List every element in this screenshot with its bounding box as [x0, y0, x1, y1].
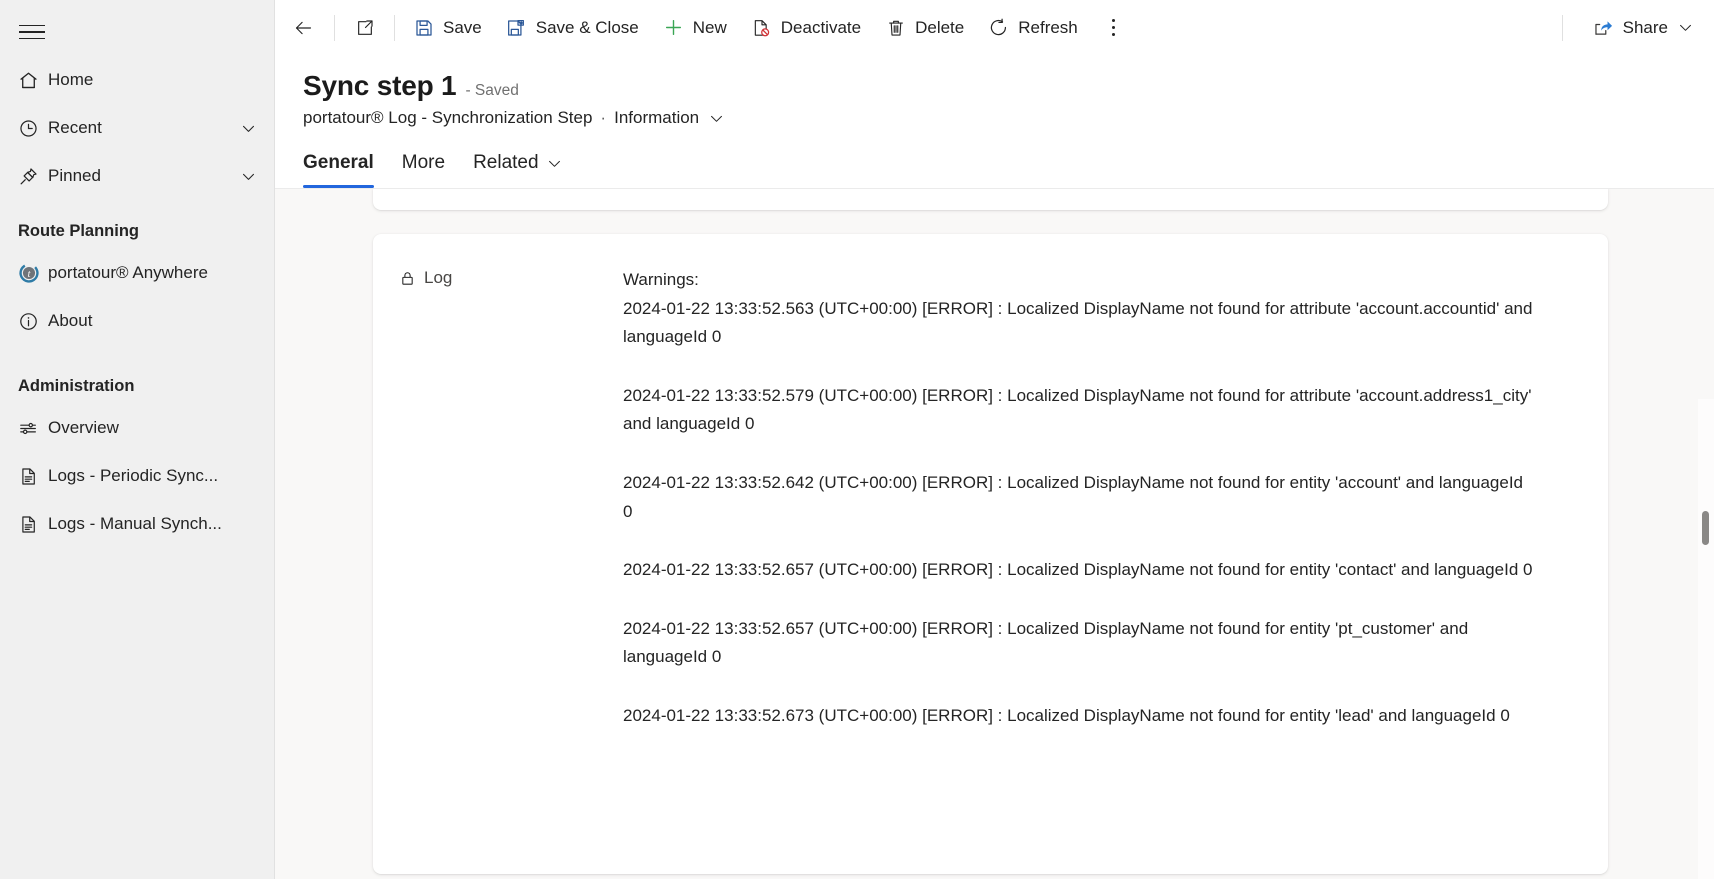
- log-entry: 2024-01-22 13:33:52.579 (UTC+00:00) [ERR…: [623, 385, 1537, 434]
- refresh-icon: [988, 17, 1009, 38]
- form-body: Log Warnings: 2024-01-22 13:33:52.563 (U…: [275, 189, 1714, 879]
- hamburger-menu-icon[interactable]: [8, 8, 56, 56]
- sidebar-item-label: Overview: [48, 418, 119, 437]
- app-root: Home Recent Pinned Route Planning t port…: [0, 0, 1714, 879]
- home-icon: [18, 70, 48, 91]
- command-bar: Save Save & Close New Deactivate Delete …: [275, 0, 1714, 56]
- log-warnings-heading: Warnings:: [623, 270, 699, 289]
- chevron-down-icon[interactable]: [546, 155, 563, 172]
- ellipsis-vertical-icon: [1112, 18, 1116, 37]
- save-close-icon: [506, 17, 527, 38]
- command-bar-divider: [394, 14, 395, 41]
- arrow-left-icon: [293, 17, 314, 38]
- portatour-icon: t: [18, 262, 48, 284]
- log-field-label: Log: [424, 268, 453, 287]
- scrollbar-thumb[interactable]: [1702, 511, 1709, 545]
- chevron-down-icon[interactable]: [236, 120, 260, 137]
- sliders-icon: [18, 418, 48, 439]
- log-entry: 2024-01-22 13:33:52.657 (UTC+00:00) [ERR…: [623, 618, 1473, 667]
- save-status: - Saved: [465, 82, 519, 99]
- sidebar-item-home[interactable]: Home: [0, 56, 274, 104]
- log-entry: 2024-01-22 13:33:52.657 (UTC+00:00) [ERR…: [623, 560, 1533, 580]
- new-button[interactable]: New: [651, 8, 739, 48]
- sidebar-item-about[interactable]: About: [0, 297, 274, 345]
- sidebar-item-overview[interactable]: Overview: [0, 404, 274, 452]
- new-button-label: New: [692, 17, 727, 37]
- sidebar-item-label: Logs - Manual Synch...: [48, 514, 222, 533]
- sidebar-item-label: portatour® Anywhere: [48, 263, 208, 282]
- more-commands-button[interactable]: [1096, 8, 1132, 48]
- form-tabs: General More Related: [275, 146, 1714, 189]
- share-icon: [1593, 17, 1614, 38]
- tab-related[interactable]: Related: [459, 146, 577, 188]
- chevron-down-icon[interactable]: [708, 110, 725, 127]
- sidebar-group-route-planning: Route Planning: [18, 222, 139, 240]
- command-bar-divider: [334, 14, 335, 41]
- chevron-down-icon[interactable]: [236, 168, 260, 185]
- delete-button[interactable]: Delete: [873, 8, 976, 48]
- sidebar-item-recent[interactable]: Recent: [0, 104, 274, 152]
- plus-icon: [663, 17, 684, 38]
- save-button[interactable]: Save: [401, 8, 494, 48]
- save-icon: [413, 17, 434, 38]
- command-bar-divider-right: [1561, 14, 1563, 41]
- save-button-label: Save: [443, 17, 482, 37]
- refresh-button[interactable]: Refresh: [976, 8, 1090, 48]
- vertical-scrollbar[interactable]: [1698, 399, 1714, 879]
- tab-label: Related: [473, 152, 539, 173]
- delete-button-label: Delete: [915, 17, 965, 37]
- log-entry: 2024-01-22 13:33:52.673 (UTC+00:00) [ERR…: [623, 705, 1510, 725]
- info-icon: [18, 311, 48, 332]
- tab-label: General: [303, 152, 374, 173]
- page-title: Sync step 1: [303, 70, 457, 101]
- chevron-down-icon[interactable]: [1677, 19, 1694, 36]
- deactivate-button-label: Deactivate: [780, 17, 862, 37]
- log-entry: 2024-01-22 13:33:52.642 (UTC+00:00) [ERR…: [623, 472, 1528, 521]
- sidebar-item-label: Logs - Periodic Sync...: [48, 466, 219, 485]
- sidebar-item-label: About: [48, 311, 93, 330]
- tab-label: More: [401, 152, 446, 173]
- share-button[interactable]: Share: [1581, 8, 1706, 48]
- record-header: Sync step 1 - Saved portatour® Log - Syn…: [275, 56, 1714, 128]
- sidebar: Home Recent Pinned Route Planning t port…: [0, 0, 275, 879]
- refresh-button-label: Refresh: [1018, 17, 1078, 37]
- log-field-value[interactable]: Warnings: 2024-01-22 13:33:52.563 (UTC+0…: [623, 260, 1608, 844]
- pin-icon: [18, 166, 48, 187]
- popout-icon: [354, 17, 375, 38]
- save-and-close-button-label: Save & Close: [535, 17, 639, 37]
- svg-text:t: t: [28, 269, 31, 280]
- log-entry: 2024-01-22 13:33:52.563 (UTC+00:00) [ERR…: [623, 298, 1538, 347]
- save-and-close-button[interactable]: Save & Close: [494, 8, 651, 48]
- breadcrumb: portatour® Log - Synchronization Step · …: [303, 108, 1714, 128]
- tab-general[interactable]: General: [289, 146, 388, 188]
- sidebar-group-administration: Administration: [18, 377, 135, 395]
- lock-icon: [399, 270, 416, 287]
- tab-more[interactable]: More: [388, 146, 459, 188]
- log-field-label-group: Log: [373, 260, 623, 844]
- document-icon: [18, 514, 48, 535]
- sidebar-item-label: Recent: [48, 118, 102, 137]
- sidebar-item-label: Home: [48, 70, 94, 89]
- breadcrumb-separator: ·: [600, 108, 607, 127]
- document-icon: [18, 466, 48, 487]
- deactivate-button[interactable]: Deactivate: [739, 8, 873, 48]
- back-button[interactable]: [279, 8, 328, 48]
- sidebar-item-logs-manual-synchronization[interactable]: Logs - Manual Synch...: [0, 500, 274, 548]
- sidebar-item-logs-periodic-sync[interactable]: Logs - Periodic Sync...: [0, 452, 274, 500]
- form-name[interactable]: Information: [614, 108, 699, 128]
- sidebar-item-label: Pinned: [48, 166, 101, 185]
- share-button-label: Share: [1622, 17, 1668, 37]
- sidebar-item-portatour-anywhere[interactable]: t portatour® Anywhere: [0, 249, 274, 297]
- entity-name: portatour® Log - Synchronization Step: [303, 108, 593, 127]
- deactivate-icon: [751, 17, 772, 38]
- form-section-log: Log Warnings: 2024-01-22 13:33:52.563 (U…: [373, 234, 1608, 874]
- sidebar-item-pinned[interactable]: Pinned: [0, 152, 274, 200]
- title-row: Sync step 1 - Saved: [303, 70, 1714, 102]
- trash-icon: [885, 17, 906, 38]
- open-in-new-window-button[interactable]: [341, 8, 388, 48]
- form-section-above: [373, 189, 1608, 210]
- clock-icon: [18, 118, 48, 139]
- main-region: Save Save & Close New Deactivate Delete …: [275, 0, 1714, 879]
